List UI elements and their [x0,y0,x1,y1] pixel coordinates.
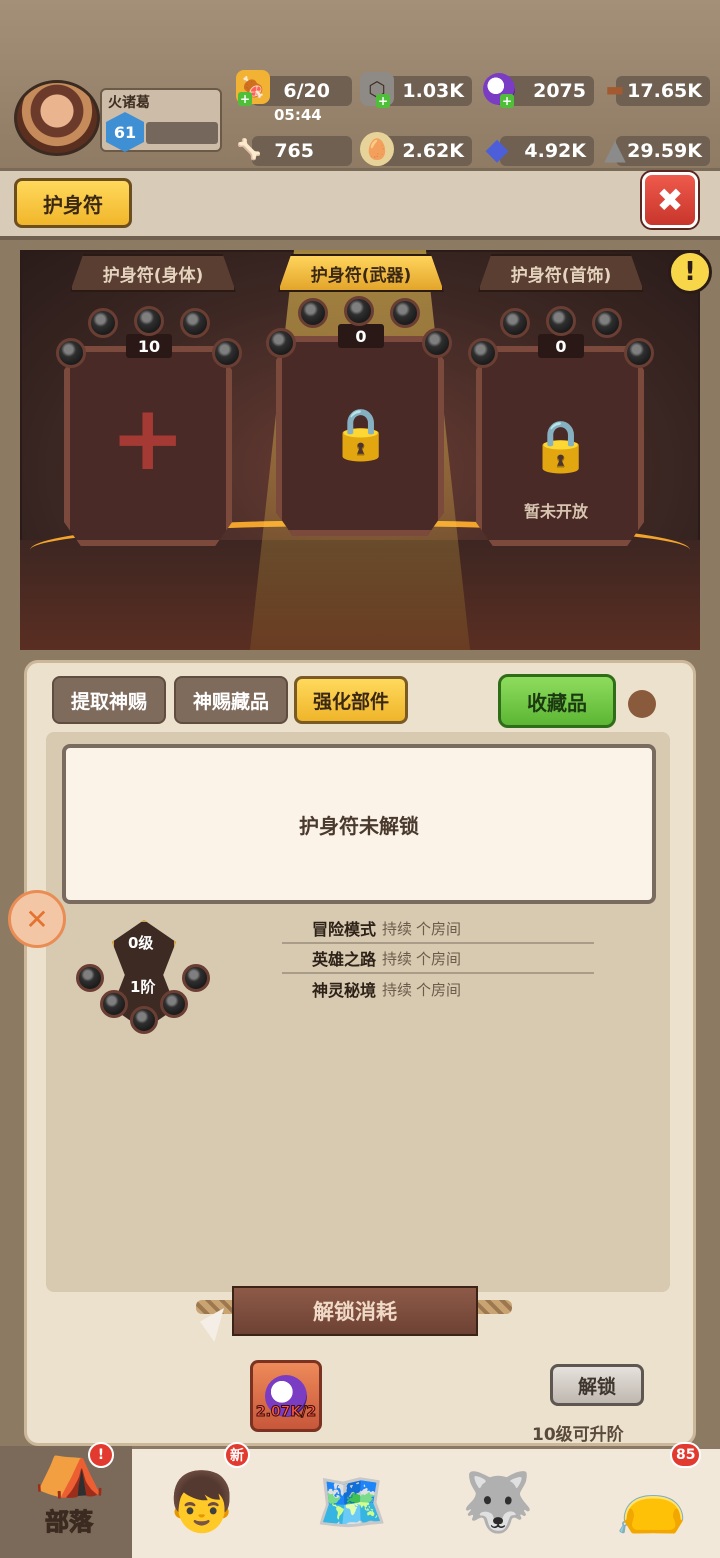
stat-row: 冒险模式 持续 个房间 [282,914,594,944]
add-iron-button[interactable]: + [376,94,390,108]
close-button[interactable]: ✖ [642,172,698,228]
alert-badge: ! [88,1442,114,1468]
socket-icon [180,308,210,338]
socket-icon [422,328,452,358]
socket-icon [344,296,374,326]
socket-icon [182,964,210,992]
tab-extract[interactable]: 提取神赐 [52,676,166,724]
socket-icon [134,306,164,336]
socket-icon [298,298,328,328]
slot-count-weapon: 0 [338,324,384,348]
rank-level: 0级 [128,934,154,952]
socket-icon [212,338,242,368]
socket-icon [266,328,296,358]
not-open-text: 暂未开放 [524,502,589,521]
slot-label-body[interactable]: 护身符(身体) [70,254,236,292]
new-badge: 新 [224,1442,250,1468]
add-stamina-button[interactable]: + [238,92,252,106]
player-avatar[interactable] [14,80,100,156]
rank-stage: 1阶 [130,978,156,996]
crystal-counter: 4.92K [500,136,594,166]
stat-row: 神灵秘境 持续 个房间 [311,980,462,1001]
cost-amount: 2.07K/2 [255,1404,317,1421]
nav-tribe-label: 部落 [45,1508,94,1537]
info-button[interactable]: ! [668,250,712,294]
bag-count-badge: 85 [670,1442,702,1468]
socket-icon [160,990,188,1018]
egg-icon: 🥚 [360,132,394,166]
pet-icon[interactable]: 🐺 [452,1456,544,1548]
add-amulet-icon: + [110,386,186,491]
socket-icon [500,308,530,338]
tab-enhance[interactable]: 强化部件 [294,676,408,724]
socket-icon [390,298,420,328]
favorites-button[interactable]: 收藏品 [498,674,616,728]
exclamation-icon: ! [684,257,696,287]
bone-icon: 🦴 [236,137,262,161]
unlock-button[interactable]: 解锁 [550,1364,644,1406]
socket-icon [130,1006,158,1034]
unlock-notice: 护身符未解锁 [62,744,656,904]
page-title: 护身符 [14,178,132,228]
stamina-timer: 05:44 [274,106,322,124]
socket-icon [624,338,654,368]
socket-icon [56,338,86,368]
player-xp-bar [146,122,218,144]
slot-count-jewelry: 0 [538,334,584,358]
bag-icon[interactable]: 👝 [606,1456,698,1548]
socket-icon [76,964,104,992]
crystal-icon: ◆ [485,131,509,167]
map-icon[interactable]: 🗺️ [306,1456,398,1548]
tab-collection[interactable]: 神赐藏品 [174,676,288,724]
slot-label-jewelry[interactable]: 护身符(首饰) [478,254,644,292]
unlock-cost-title: 解锁消耗 [232,1286,478,1336]
side-toggle-button[interactable]: ✕ [8,890,66,948]
player-name: 火诸葛 [108,95,150,111]
socket-icon [546,306,576,336]
hero-icon[interactable]: 👦 [156,1456,248,1548]
close-icon: ✖ [656,181,684,219]
nut-decor-icon [628,690,656,718]
add-orb-button[interactable]: + [500,94,514,108]
lock-icon: 🔒 [529,416,593,475]
cost-item[interactable] [250,1360,322,1432]
socket-icon [592,308,622,338]
slot-label-weapon[interactable]: 护身符(武器) [278,254,444,292]
wood-icon: ▬ [605,77,625,101]
slot-count-body: 10 [126,334,172,358]
bone-counter: 765 [252,136,352,166]
stone-icon: ▲ [604,132,626,166]
socket-icon [88,308,118,338]
socket-icon [468,338,498,368]
stat-row: 英雄之路 持续 个房间 [282,944,594,974]
upgrade-note: 10级可升阶 [532,1425,624,1445]
socket-icon [100,990,128,1018]
lock-icon: 🔒 [329,404,393,463]
cross-icon: ✕ [25,902,49,936]
